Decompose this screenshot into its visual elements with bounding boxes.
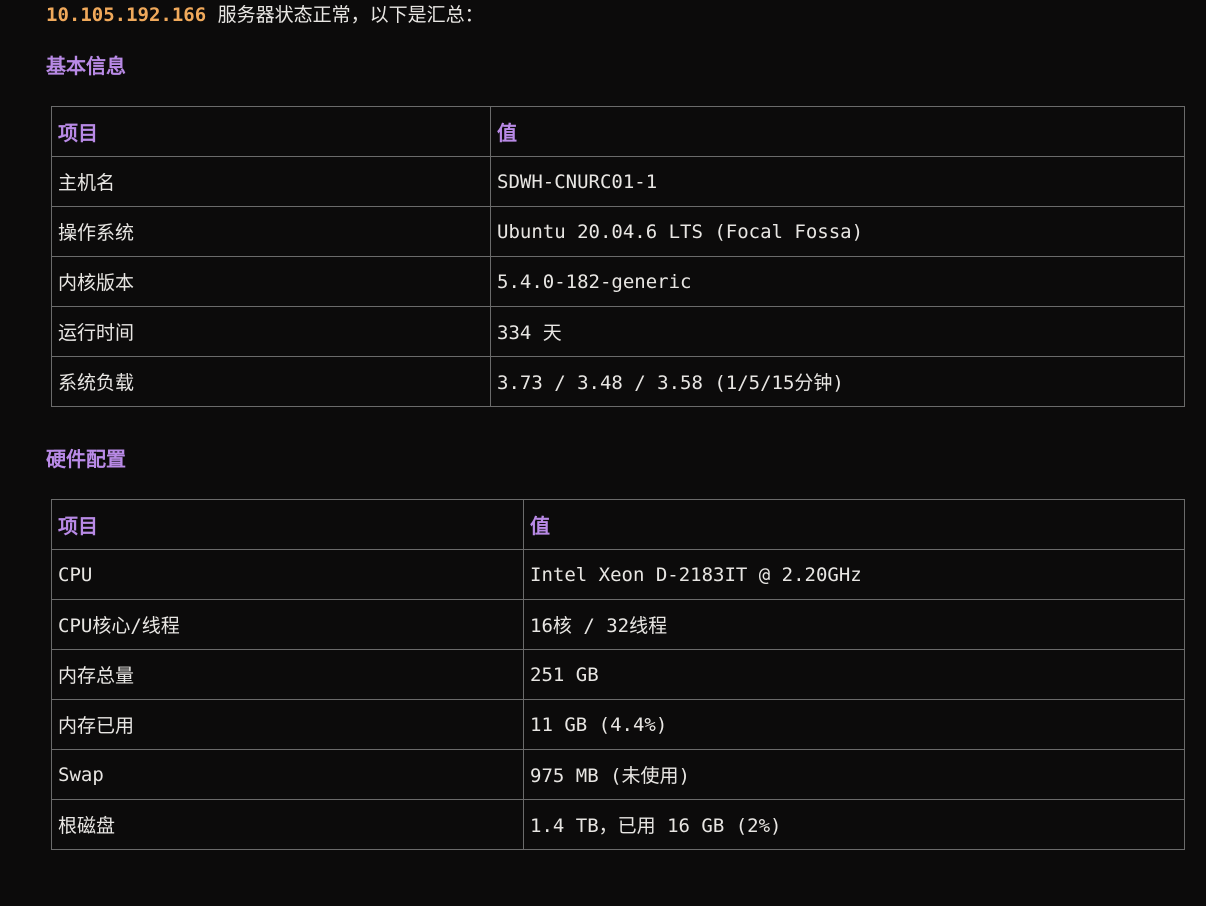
row-value: 251 GB: [523, 649, 1185, 700]
row-value: 1.4 TB，已用 16 GB (2%): [523, 799, 1185, 850]
table-row: 主机名 SDWH-CNURC01-1: [51, 156, 1185, 207]
table-row: 系统负载 3.73 / 3.48 / 3.58 (1/5/15分钟): [51, 356, 1185, 407]
row-value: Intel Xeon D-2183IT @ 2.20GHz: [523, 549, 1185, 600]
row-label: 内存已用: [51, 699, 524, 750]
server-ip[interactable]: 10.105.192.166: [46, 4, 206, 26]
table-row: 操作系统 Ubuntu 20.04.6 LTS (Focal Fossa): [51, 206, 1185, 257]
row-label: 根磁盘: [51, 799, 524, 850]
section-title-hardware: 硬件配置: [46, 447, 126, 471]
column-header-item: 项目: [51, 106, 491, 157]
row-label: 运行时间: [51, 306, 491, 357]
row-label: 操作系统: [51, 206, 491, 257]
table-row: 根磁盘 1.4 TB，已用 16 GB (2%): [51, 799, 1185, 850]
table-row: 内存总量 251 GB: [51, 649, 1185, 700]
table-header-row: 项目 值: [51, 499, 1185, 550]
row-label: CPU: [51, 549, 524, 600]
hardware-table: 项目 值 CPU Intel Xeon D-2183IT @ 2.20GHz C…: [51, 499, 1185, 850]
basic-info-table: 项目 值 主机名 SDWH-CNURC01-1 操作系统 Ubuntu 20.0…: [51, 106, 1185, 407]
row-value: SDWH-CNURC01-1: [490, 156, 1185, 207]
row-label: 系统负载: [51, 356, 491, 407]
row-label: Swap: [51, 749, 524, 800]
row-label: 内核版本: [51, 256, 491, 307]
column-header-value: 值: [523, 499, 1185, 550]
row-label: 内存总量: [51, 649, 524, 700]
status-summary-text: 服务器状态正常，以下是汇总：: [206, 4, 484, 26]
message-content: 10.105.192.166 服务器状态正常，以下是汇总： 基本信息 项目 值 …: [46, 0, 1186, 850]
table-row: Swap 975 MB (未使用): [51, 749, 1185, 800]
row-value: 16核 / 32线程: [523, 599, 1185, 650]
row-value: 334 天: [490, 306, 1185, 357]
table-row: 内存已用 11 GB (4.4%): [51, 699, 1185, 750]
row-value: 5.4.0-182-generic: [490, 256, 1185, 307]
row-value: 11 GB (4.4%): [523, 699, 1185, 750]
table-row: 内核版本 5.4.0-182-generic: [51, 256, 1185, 307]
row-label: CPU核心/线程: [51, 599, 524, 650]
table-row: CPU核心/线程 16核 / 32线程: [51, 599, 1185, 650]
section-title-basic-info: 基本信息: [46, 54, 126, 78]
row-value: 3.73 / 3.48 / 3.58 (1/5/15分钟): [490, 356, 1185, 407]
table-header-row: 项目 值: [51, 106, 1185, 157]
row-value: 975 MB (未使用): [523, 749, 1185, 800]
table-row: CPU Intel Xeon D-2183IT @ 2.20GHz: [51, 549, 1185, 600]
row-label: 主机名: [51, 156, 491, 207]
table-row: 运行时间 334 天: [51, 306, 1185, 357]
column-header-value: 值: [490, 106, 1185, 157]
row-value: Ubuntu 20.04.6 LTS (Focal Fossa): [490, 206, 1185, 257]
column-header-item: 项目: [51, 499, 524, 550]
status-summary: 10.105.192.166 服务器状态正常，以下是汇总：: [46, 4, 1186, 30]
